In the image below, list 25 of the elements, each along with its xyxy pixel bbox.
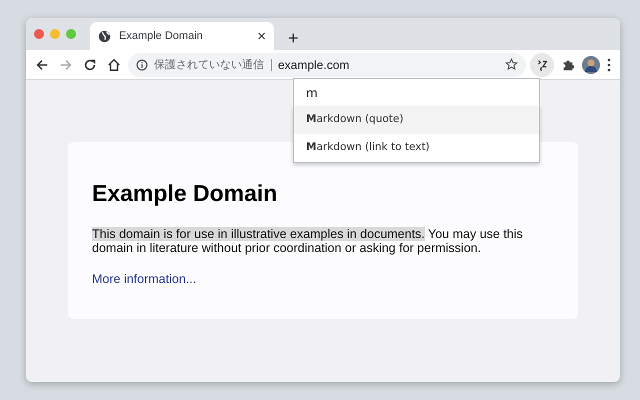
address-bar[interactable]: 保護されていない通信 example.com xyxy=(128,52,526,76)
browser-tab[interactable]: Example Domain × xyxy=(90,22,274,50)
puzzle-icon xyxy=(561,58,575,72)
close-tab-button[interactable]: × xyxy=(257,28,266,44)
forward-arrow-icon xyxy=(59,58,73,72)
url-text: example.com xyxy=(278,56,350,74)
page-heading: Example Domain xyxy=(92,180,278,208)
extension-button[interactable] xyxy=(530,52,554,76)
search-field[interactable]: m xyxy=(293,78,540,106)
more-information-link[interactable]: More information... xyxy=(92,272,196,286)
more-icon xyxy=(607,58,611,72)
security-label: 保護されていない通信 xyxy=(154,58,272,70)
page-paragraph: This domain is for use in illustrative examples in documents. You may use this domain in literature without prior coordination or asking for permission. xyxy=(92,226,524,255)
tab-title: Example Domain xyxy=(119,28,203,44)
reload-icon xyxy=(83,58,97,72)
star-icon[interactable] xyxy=(505,58,518,71)
avatar-icon[interactable] xyxy=(582,56,600,74)
close-window-icon[interactable] xyxy=(34,29,44,39)
new-tab-button[interactable]: + xyxy=(284,29,303,47)
menu-item[interactable]: Markdown (link to text) xyxy=(294,134,539,162)
info-icon xyxy=(136,58,148,70)
back-arrow-icon xyxy=(35,58,49,72)
menu-item[interactable]: Markdown (quote) xyxy=(294,106,539,134)
home-icon xyxy=(107,58,121,72)
globe-icon xyxy=(98,30,111,42)
